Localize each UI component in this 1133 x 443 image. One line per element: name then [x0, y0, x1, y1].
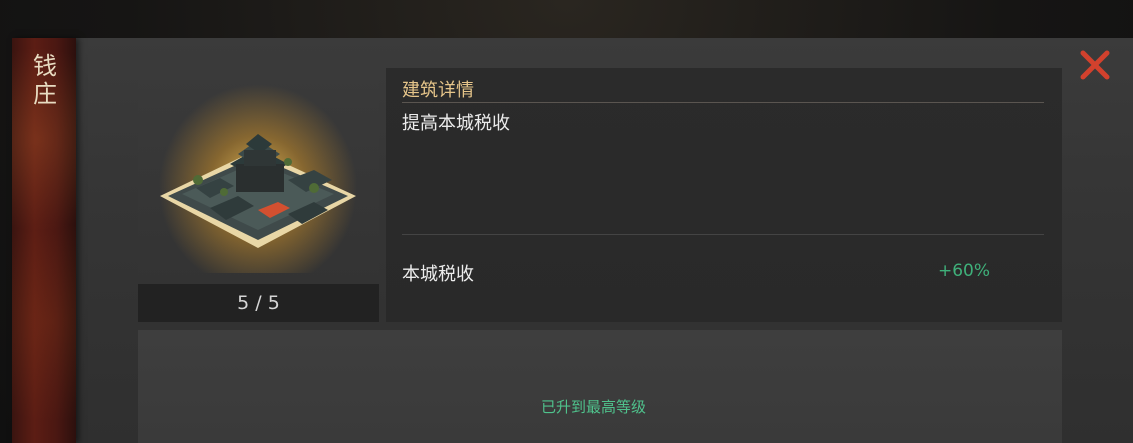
- building-image-box: [138, 68, 379, 284]
- stat-label: 本城税收: [402, 264, 474, 285]
- building-image: [160, 134, 356, 248]
- max-level-status: 已升到最高等级: [541, 398, 647, 416]
- close-icon: [1080, 50, 1110, 80]
- details-box: [386, 68, 1062, 322]
- title-divider: [402, 102, 1044, 103]
- building-level: 5 / 5: [138, 284, 379, 322]
- stat-divider: [402, 234, 1044, 235]
- details-description: 提高本城税收: [402, 113, 510, 134]
- close-button[interactable]: [1078, 48, 1112, 82]
- stat-value: +60%: [938, 261, 991, 281]
- details-title: 建筑详情: [402, 80, 474, 101]
- building-name: 钱庄: [33, 52, 57, 108]
- upgrade-area: [138, 330, 1062, 443]
